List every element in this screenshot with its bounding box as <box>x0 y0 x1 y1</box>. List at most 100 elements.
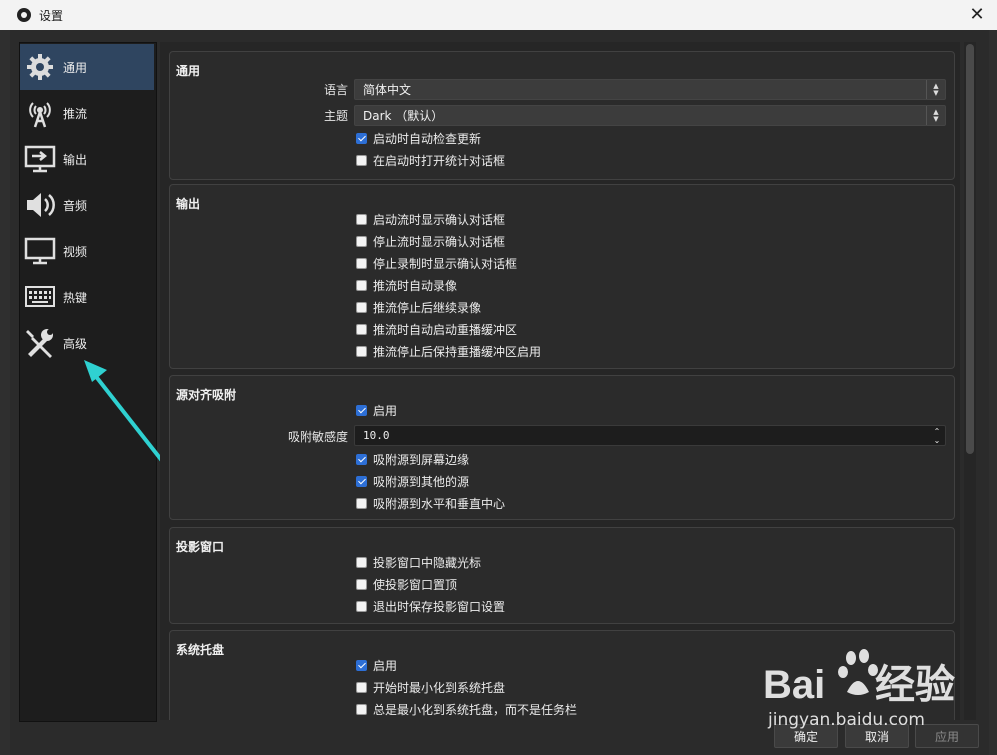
checkbox-box <box>356 703 367 715</box>
scrollbar-thumb[interactable] <box>966 44 974 454</box>
checkbox-label: 推流时自动录像 <box>373 278 458 293</box>
checkbox-confirm-start-stream[interactable]: 启动流时显示确认对话框 <box>356 210 505 228</box>
theme-select[interactable]: Dark （默认） ▲ ▼ <box>354 105 946 126</box>
snapping-group: 源对齐吸附 启用 吸附敏感度 10.0 ⌃ ⌄ 吸附源到屏幕边缘 吸附源到其他的源… <box>169 375 955 520</box>
spin-arrows-icon[interactable]: ⌃ ⌄ <box>929 427 945 445</box>
checkbox-label: 吸附源到屏幕边缘 <box>373 452 470 467</box>
updown-arrows-icon: ▲ ▼ <box>926 106 945 125</box>
checkbox-keep-recording[interactable]: 推流停止后继续录像 <box>356 298 481 316</box>
antenna-icon <box>23 96 57 130</box>
language-value: 简体中文 <box>363 83 412 97</box>
checkbox-minimize-on-start[interactable]: 开始时最小化到系统托盘 <box>356 678 505 696</box>
checkbox-label: 启动流时显示确认对话框 <box>373 212 506 227</box>
monitor-icon <box>23 234 57 268</box>
checkbox-projector-on-top[interactable]: 使投影窗口置顶 <box>356 575 457 593</box>
sidebar-item-label: 输出 <box>63 152 88 167</box>
sidebar-item-audio[interactable]: 音频 <box>20 182 154 228</box>
checkbox-box <box>356 659 367 671</box>
checkbox-label: 推流停止后保持重播缓冲区启用 <box>373 344 542 359</box>
theme-label: 主题 <box>323 109 348 123</box>
group-title: 通用 <box>176 64 201 78</box>
checkbox-snap-screen-edges[interactable]: 吸附源到屏幕边缘 <box>356 450 469 468</box>
checkbox-box <box>356 132 367 144</box>
checkbox-label: 使投影窗口置顶 <box>373 577 458 592</box>
snap-sensitivity-label: 吸附敏感度 <box>287 430 348 444</box>
checkbox-box <box>356 257 367 269</box>
checkbox-keep-replay-buffer[interactable]: 推流停止后保持重播缓冲区启用 <box>356 342 541 360</box>
checkbox-auto-replay-buffer[interactable]: 推流时自动启动重播缓冲区 <box>356 320 517 338</box>
checkbox-confirm-stop-stream[interactable]: 停止流时显示确认对话框 <box>356 232 505 250</box>
checkbox-auto-update[interactable]: 启动时自动检查更新 <box>356 129 481 147</box>
tools-icon <box>23 326 57 360</box>
sidebar-item-video[interactable]: 视频 <box>20 228 154 274</box>
language-select[interactable]: 简体中文 ▲ ▼ <box>354 79 946 100</box>
snap-sensitivity-value: 10.0 <box>363 429 390 442</box>
window-title: 设置 <box>39 8 64 23</box>
watermark-url: jingyan.baidu.com <box>768 710 925 730</box>
language-label: 语言 <box>323 83 348 97</box>
checkbox-box <box>356 497 367 509</box>
checkbox-label: 推流停止后继续录像 <box>373 300 482 315</box>
checkbox-label: 推流时自动启动重播缓冲区 <box>373 322 518 337</box>
sidebar-item-stream[interactable]: 推流 <box>20 90 154 136</box>
sidebar-item-label: 热键 <box>63 290 88 305</box>
checkbox-box <box>356 323 367 335</box>
checkbox-snapping-enable[interactable]: 启用 <box>356 401 397 419</box>
checkbox-open-stats[interactable]: 在启动时打开统计对话框 <box>356 151 505 169</box>
background-window-right-edge <box>989 30 997 755</box>
annotation-arrow-icon <box>84 360 165 464</box>
checkbox-tray-enable[interactable]: 启用 <box>356 656 397 674</box>
svg-text:经验: 经验 <box>875 663 955 707</box>
checkbox-box <box>356 404 367 416</box>
background-window-left-edge <box>0 30 10 755</box>
sidebar-item-label: 推流 <box>63 106 88 121</box>
sidebar-item-label: 视频 <box>63 244 88 259</box>
sidebar-item-label: 音频 <box>63 198 88 213</box>
title-bar: 设置 ✕ <box>0 0 997 30</box>
checkbox-snap-center[interactable]: 吸附源到水平和垂直中心 <box>356 494 505 512</box>
speaker-icon <box>23 188 57 222</box>
output-group: 输出 启动流时显示确认对话框 停止流时显示确认对话框 停止录制时显示确认对话框 … <box>169 184 955 369</box>
sidebar-item-output[interactable]: 输出 <box>20 136 154 182</box>
checkbox-save-projectors[interactable]: 退出时保存投影窗口设置 <box>356 597 505 615</box>
general-group: 通用 语言 简体中文 ▲ ▼ 主题 Dark （默认） ▲ ▼ 启动时自动检查更新 … <box>169 51 955 180</box>
group-title: 投影窗口 <box>176 540 225 554</box>
checkbox-label: 启用 <box>373 403 398 418</box>
checkbox-label: 投影窗口中隐藏光标 <box>373 555 482 570</box>
checkbox-label: 退出时保存投影窗口设置 <box>373 599 506 614</box>
checkbox-box <box>356 154 367 166</box>
group-title: 系统托盘 <box>176 643 225 657</box>
checkbox-always-minimize-to-tray[interactable]: 总是最小化到系统托盘，而不是任务栏 <box>356 700 577 718</box>
checkbox-label: 吸附源到水平和垂直中心 <box>373 496 506 511</box>
settings-panel: 通用 语言 简体中文 ▲ ▼ 主题 Dark （默认） ▲ ▼ 启动时自动检查更新 … <box>160 42 960 720</box>
checkbox-hide-cursor[interactable]: 投影窗口中隐藏光标 <box>356 553 481 571</box>
checkbox-box <box>356 556 367 568</box>
checkbox-box <box>356 600 367 612</box>
settings-scrollbar[interactable] <box>964 42 976 720</box>
sidebar-item-general[interactable]: 通用 <box>20 44 154 90</box>
sidebar-item-label: 通用 <box>63 60 88 75</box>
checkbox-box <box>356 453 367 465</box>
checkbox-box <box>356 213 367 225</box>
sidebar-item-hotkeys[interactable]: 热键 <box>20 274 154 320</box>
gear-icon <box>23 50 57 84</box>
checkbox-snap-other-sources[interactable]: 吸附源到其他的源 <box>356 472 469 490</box>
checkbox-auto-record[interactable]: 推流时自动录像 <box>356 276 457 294</box>
snap-sensitivity-input[interactable]: 10.0 ⌃ ⌄ <box>354 425 946 446</box>
output-icon <box>23 142 57 176</box>
checkbox-box <box>356 345 367 357</box>
close-icon[interactable]: ✕ <box>967 5 987 25</box>
baidu-watermark: Bai 经验 jingyan.baidu.com <box>763 648 978 730</box>
updown-arrows-icon: ▲ ▼ <box>926 80 945 99</box>
checkbox-box <box>356 681 367 693</box>
checkbox-box <box>356 279 367 291</box>
baidu-logo-icon: Bai 经验 <box>763 649 955 707</box>
projector-group: 投影窗口 投影窗口中隐藏光标 使投影窗口置顶 退出时保存投影窗口设置 <box>169 527 955 624</box>
keyboard-icon <box>23 280 57 314</box>
checkbox-confirm-stop-record[interactable]: 停止录制时显示确认对话框 <box>356 254 517 272</box>
checkbox-box <box>356 235 367 247</box>
checkbox-label: 总是最小化到系统托盘，而不是任务栏 <box>373 702 578 717</box>
checkbox-label: 启动时自动检查更新 <box>373 131 482 146</box>
obs-logo-icon <box>17 8 31 22</box>
sidebar-item-label: 高级 <box>63 336 88 351</box>
